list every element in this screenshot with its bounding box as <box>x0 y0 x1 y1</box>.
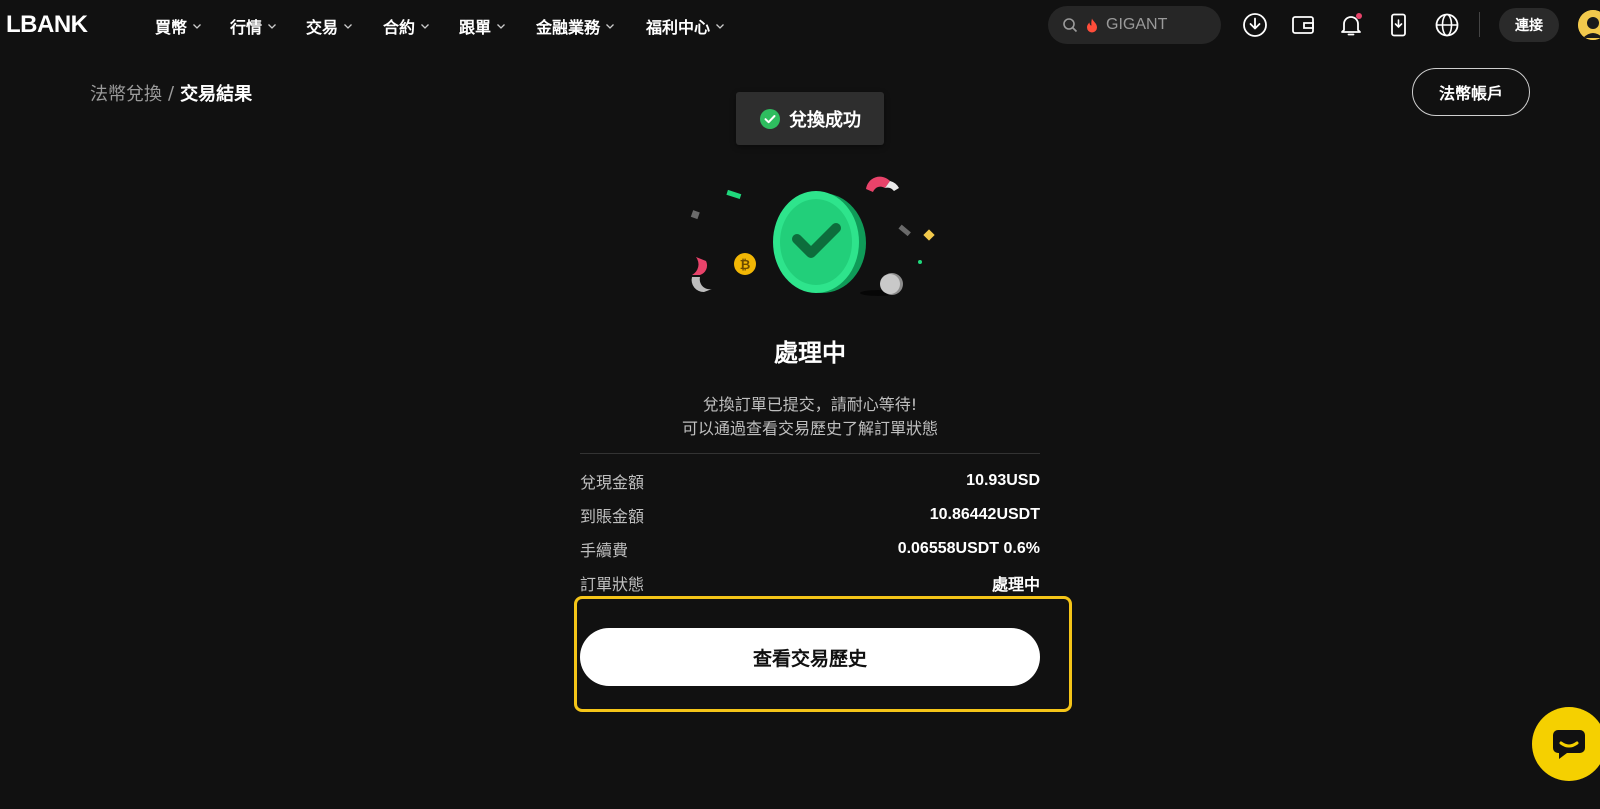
detail-value: 處理中 <box>991 577 1040 594</box>
chevron-down-icon <box>606 24 614 29</box>
detail-label: 兌現金額 <box>580 473 645 492</box>
breadcrumb-separator: / <box>168 82 175 104</box>
check-circle-icon <box>760 108 780 129</box>
fire-icon <box>1087 18 1097 32</box>
status-description: 兌換訂單已提交，請耐心等待! 可以通過查看交易歷史了解訂單狀態 <box>0 393 1600 441</box>
top-navbar: LBANK 買幣 行情 交易 合約 跟單 金融業務 福利中心 GIGANT 連接 <box>0 0 1600 50</box>
detail-label: 到賬金額 <box>580 507 645 526</box>
avatar-image <box>1578 10 1600 40</box>
status-title: 處理中 <box>774 339 846 367</box>
chevron-down-icon <box>716 24 724 29</box>
nav-item-futures[interactable]: 合約 <box>383 14 459 38</box>
chat-bubble-icon <box>1553 730 1585 759</box>
nav-item-trade[interactable]: 交易 <box>306 14 383 38</box>
detail-row-fee: 手續費 0.06558USDT 0.6% <box>580 532 1040 566</box>
globe-icon[interactable] <box>1434 12 1460 38</box>
svg-text:₿: ₿ <box>740 258 751 273</box>
connect-button[interactable]: 連接 <box>1499 8 1559 42</box>
nav-item-copy-trading[interactable]: 跟單 <box>459 14 536 38</box>
nav-item-markets[interactable]: 行情 <box>230 14 306 38</box>
search-placeholder: GIGANT <box>1106 16 1168 33</box>
lbank-logo[interactable]: LBANK <box>6 11 88 39</box>
toast-message: 兌換成功 <box>789 109 861 131</box>
main-nav: 買幣 行情 交易 合約 跟單 金融業務 福利中心 <box>155 14 725 38</box>
fiat-account-button[interactable]: 法幣帳戶 <box>1412 68 1530 116</box>
order-details: 兌現金額 10.93USD 到賬金額 10.86442USDT 手續費 0.06… <box>580 453 1040 600</box>
detail-row-cash-amount: 兌現金額 10.93USD <box>580 464 1040 498</box>
detail-label: 手續費 <box>580 541 629 560</box>
chevron-down-icon <box>497 24 505 29</box>
search-input[interactable]: GIGANT <box>1048 6 1221 44</box>
status-description-line2: 可以通過查看交易歷史了解訂單狀態 <box>681 419 938 438</box>
chevron-down-icon <box>268 24 276 29</box>
detail-label: 訂單狀態 <box>580 575 645 594</box>
detail-value: 10.86442USDT <box>929 506 1040 523</box>
chevron-down-icon <box>344 24 352 29</box>
nav-divider <box>1479 12 1480 37</box>
view-transaction-history-button[interactable]: 查看交易歷史 <box>580 628 1040 686</box>
detail-row-received-amount: 到賬金額 10.86442USDT <box>580 498 1040 532</box>
success-coin-illustration: ₿ <box>690 176 935 296</box>
search-icon <box>1063 18 1078 33</box>
chat-support-button[interactable] <box>1532 707 1600 781</box>
page: LBANK 買幣 行情 交易 合約 跟單 金融業務 福利中心 GIGANT 連接… <box>0 0 1600 809</box>
nav-item-buy-crypto[interactable]: 買幣 <box>155 14 230 38</box>
bell-icon[interactable] <box>1338 12 1364 38</box>
breadcrumb: 法幣兌換 / 交易結果 <box>90 80 252 106</box>
nav-item-rewards-center[interactable]: 福利中心 <box>646 14 725 38</box>
wallet-icon[interactable] <box>1290 12 1316 38</box>
detail-row-order-status: 訂單狀態 處理中 <box>580 566 1040 600</box>
avatar[interactable] <box>1578 10 1600 40</box>
breadcrumb-current: 交易結果 <box>180 84 253 105</box>
detail-value: 0.06558USDT 0.6% <box>897 540 1040 557</box>
nav-item-finance[interactable]: 金融業務 <box>536 14 646 38</box>
chevron-down-icon <box>193 24 201 29</box>
breadcrumb-fiat-exchange[interactable]: 法幣兌換 <box>90 80 162 106</box>
status-description-line1: 兌換訂單已提交，請耐心等待! <box>702 395 918 414</box>
download-icon[interactable] <box>1242 12 1268 38</box>
success-toast: 兌換成功 <box>736 92 884 145</box>
mobile-download-icon[interactable] <box>1386 12 1412 38</box>
detail-value: 10.93USD <box>966 472 1040 489</box>
chevron-down-icon <box>421 24 429 29</box>
